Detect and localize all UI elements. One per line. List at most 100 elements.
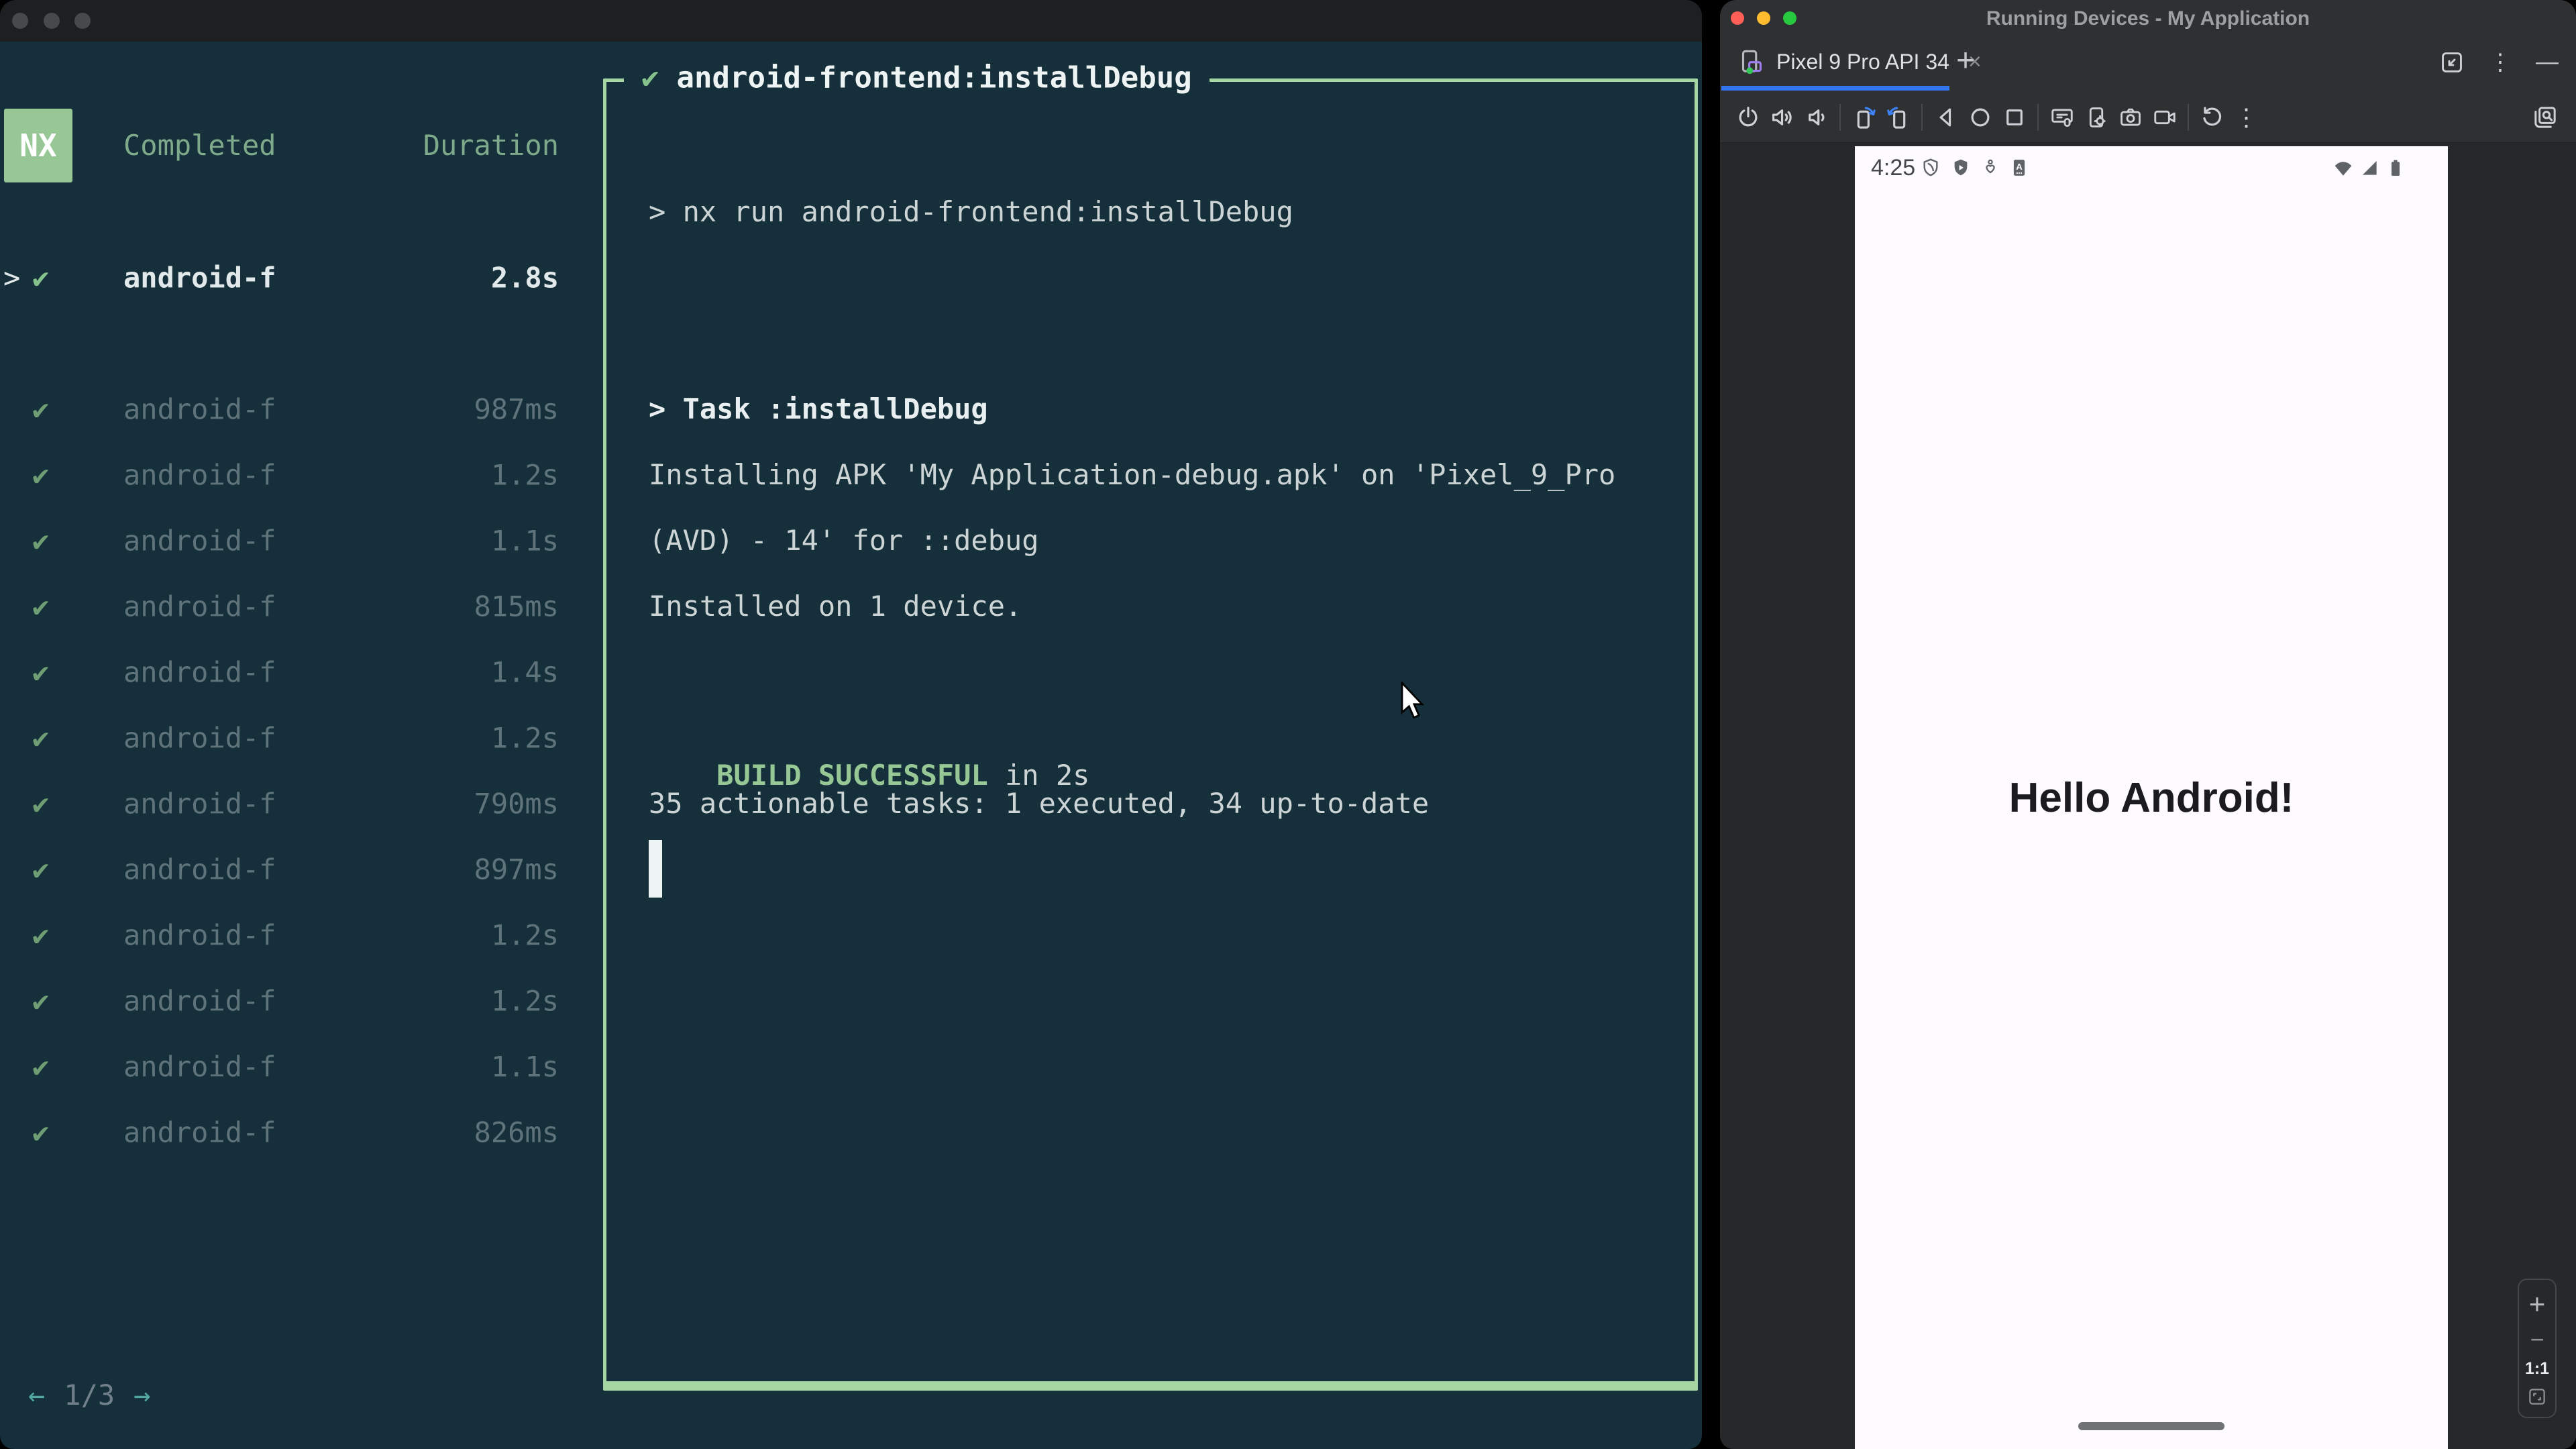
task-row[interactable]: ✔ android-f 987ms	[0, 376, 604, 442]
play-protect-shield-icon	[1950, 157, 1972, 178]
wifi-icon	[2332, 157, 2354, 178]
task-row[interactable]: ✔ android-f 897ms	[0, 837, 604, 902]
volume-down-icon[interactable]	[1799, 92, 1833, 143]
overview-button-icon[interactable]	[1997, 92, 2031, 143]
task-name: android-f	[123, 721, 276, 755]
output-log-line: Installing APK 'My Application-debug.apk…	[649, 458, 1616, 491]
gesture-navigation-bar[interactable]	[2078, 1422, 2224, 1430]
zoom-controls: + − 1:1	[2518, 1279, 2557, 1418]
toolbar-more-icon[interactable]: ⋮	[2229, 92, 2263, 143]
emulator-screen[interactable]: 4:25 A Hello Android!	[1855, 146, 2448, 1449]
task-duration: 815ms	[474, 590, 559, 623]
task-duration: 790ms	[474, 787, 559, 820]
window-close-icon[interactable]	[12, 13, 28, 29]
toolbar-separator	[2188, 103, 2189, 131]
terminal-cursor	[649, 840, 662, 898]
screen-record-icon[interactable]	[2147, 92, 2182, 143]
zoom-to-fit-icon[interactable]	[2527, 1387, 2547, 1407]
prev-page-arrow-icon[interactable]: ←	[28, 1379, 45, 1411]
task-duration: 987ms	[474, 392, 559, 426]
home-button-icon[interactable]	[1963, 92, 1997, 143]
studio-titlebar: Running Devices - My Application	[1720, 0, 2576, 37]
rotate-left-icon[interactable]	[1847, 92, 1881, 143]
tab-label: Pixel 9 Pro API 34	[1776, 50, 1949, 74]
window-minimize-icon[interactable]	[44, 13, 60, 29]
task-row[interactable]: ✔ android-f 790ms	[0, 771, 604, 837]
output-gradle-task-line: > Task :installDebug	[649, 392, 988, 425]
toolbar-separator	[2037, 103, 2039, 131]
app-greeting-text: Hello Android!	[2008, 775, 2294, 821]
task-name: android-f	[123, 524, 276, 557]
task-row[interactable]: ✔ android-f 1.2s	[0, 705, 604, 771]
mouse-cursor-icon	[1401, 682, 1429, 720]
task-duration: 1.2s	[490, 984, 559, 1018]
screen-search-icon[interactable]	[2532, 92, 2559, 143]
output-log-line: Installed on 1 device.	[649, 590, 1022, 623]
task-name: android-f	[123, 458, 276, 492]
task-name: android-f	[123, 853, 276, 886]
task-row[interactable]: ✔ android-f 826ms	[0, 1099, 604, 1165]
nx-logo: NX	[4, 109, 72, 182]
dock-window-icon[interactable]	[2439, 50, 2465, 75]
window-title: Running Devices - My Application	[1986, 7, 2310, 30]
column-header-duration: Duration	[423, 129, 559, 162]
tab-pixel-9-pro[interactable]: Pixel 9 Pro API 34 ×	[1720, 37, 1982, 87]
task-row[interactable]: ✔ android-f 1.4s	[0, 639, 604, 705]
task-check-icon: ✔	[32, 984, 50, 1018]
hide-panel-icon[interactable]: —	[2536, 49, 2559, 75]
task-name: android-f	[123, 1050, 276, 1083]
zoom-out-button[interactable]: −	[2530, 1327, 2544, 1352]
task-duration: 1.2s	[490, 721, 559, 755]
task-duration: 1.1s	[490, 524, 559, 557]
task-name: android-f	[123, 590, 276, 623]
task-duration: 2.8s	[490, 261, 559, 294]
task-check-icon: ✔	[32, 787, 50, 820]
task-duration: 1.2s	[490, 458, 559, 492]
task-duration: 826ms	[474, 1116, 559, 1149]
zoom-reset-button[interactable]: 1:1	[2525, 1360, 2549, 1377]
new-tab-icon[interactable]: +	[1956, 37, 1975, 87]
screenshot-icon[interactable]	[2045, 92, 2079, 143]
task-row[interactable]: ✔ android-f 1.2s	[0, 442, 604, 508]
terminal-titlebar	[0, 0, 1702, 42]
rotate-right-icon[interactable]	[1881, 92, 1915, 143]
page-indicator: 1/3	[64, 1378, 115, 1411]
task-duration: 1.4s	[490, 655, 559, 689]
back-button-icon[interactable]	[1929, 92, 1963, 143]
task-name: android-f	[123, 261, 276, 294]
task-row[interactable]: ✔ android-f 1.1s	[0, 1034, 604, 1099]
reset-device-icon[interactable]	[2195, 92, 2229, 143]
task-check-icon: ✔	[32, 853, 50, 886]
task-list-pane: NX Completed Duration > ✔ android-f 2.8s…	[0, 42, 604, 1449]
output-command-line: > nx run android-frontend:installDebug	[649, 195, 1293, 228]
selection-caret-icon: >	[3, 261, 21, 294]
task-check-icon: ✔	[32, 392, 50, 426]
active-tab-indicator	[1721, 86, 1949, 91]
task-duration: 897ms	[474, 853, 559, 886]
camera-icon[interactable]	[2113, 92, 2147, 143]
task-check-icon: ✔	[32, 721, 50, 755]
task-row[interactable]: ✔ android-f 1.1s	[0, 508, 604, 574]
task-row-selected[interactable]: > ✔ android-f 2.8s	[0, 245, 604, 311]
task-row[interactable]: ✔ android-f 1.2s	[0, 968, 604, 1034]
task-name: android-f	[123, 984, 276, 1018]
output-check-icon: ✔	[641, 60, 659, 95]
task-check-icon: ✔	[32, 590, 50, 623]
zoom-in-button[interactable]: +	[2529, 1289, 2546, 1318]
tab-options-more-icon[interactable]: ⋮	[2489, 49, 2512, 76]
power-button-icon[interactable]	[1731, 92, 1765, 143]
task-name: android-f	[123, 392, 276, 426]
output-task-title: android-frontend:installDebug	[676, 60, 1192, 95]
next-page-arrow-icon[interactable]: →	[133, 1379, 150, 1411]
device-toolbar: ⋮	[1720, 92, 2576, 143]
output-log-line: (AVD) - 14' for ::debug	[649, 524, 1039, 557]
task-name: android-f	[123, 1116, 276, 1149]
window-zoom-icon[interactable]	[74, 13, 91, 29]
column-header-completed: Completed	[123, 129, 276, 162]
task-row[interactable]: ✔ android-f 815ms	[0, 574, 604, 639]
volume-up-icon[interactable]	[1765, 92, 1799, 143]
device-settings-icon[interactable]	[2079, 92, 2113, 143]
task-check-icon: ✔	[32, 1116, 50, 1149]
task-row[interactable]: ✔ android-f 1.2s	[0, 902, 604, 968]
task-rows: ✔ android-f 987ms ✔ android-f 1.2s ✔ and…	[0, 376, 604, 1165]
